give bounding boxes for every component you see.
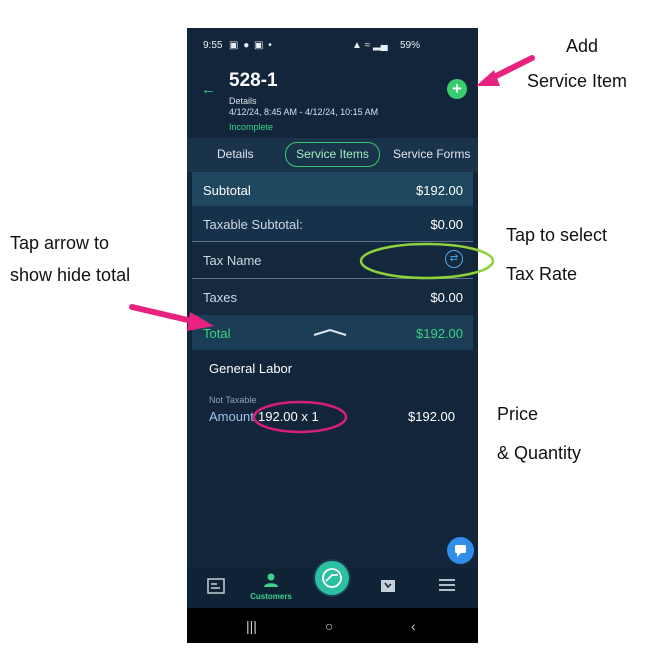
nav-customers[interactable]: Customers: [250, 573, 292, 601]
annotation-tax-rate: Tax Rate: [506, 264, 578, 284]
taxes-value: $0.00: [430, 290, 463, 305]
signal-icons: ▲ ≈ ▂▄: [352, 40, 388, 51]
system-nav-bar: ||| ○ ‹: [187, 608, 478, 643]
nav-customers-label: Customers: [250, 592, 292, 601]
annotation-price: Price: [497, 404, 539, 424]
route-button[interactable]: [315, 561, 349, 595]
annotation-add: Add: [566, 36, 599, 56]
taxable-subtotal-value: $0.00: [430, 217, 463, 232]
bottom-nav: Customers: [187, 561, 478, 608]
status-badge: Incomplete: [229, 122, 274, 132]
taxes-row: Taxes $0.00: [192, 279, 473, 315]
system-back-icon[interactable]: ‹: [411, 618, 416, 634]
subtotal-value: $192.00: [416, 183, 463, 198]
menu-icon[interactable]: [439, 578, 455, 592]
taxable-subtotal-label: Taxable Subtotal:: [203, 217, 303, 232]
route-icon: [322, 568, 342, 588]
page-title: 528-1: [229, 70, 278, 91]
annotation-tap-to-select: Tap to select: [506, 225, 608, 245]
date-range: 4/12/24, 8:45 AM - 4/12/24, 10:15 AM: [229, 107, 379, 117]
annotation-show-hide-total: show hide total: [10, 265, 131, 285]
swap-icon[interactable]: ⇄: [445, 250, 463, 268]
map-icon[interactable]: [380, 578, 396, 594]
amount-label: Amount:: [209, 409, 258, 424]
chevron-up-icon[interactable]: [312, 327, 348, 337]
notification-icons: ▣ ● ▣ •: [229, 40, 273, 51]
person-icon: [264, 573, 278, 587]
chat-button[interactable]: [447, 537, 474, 564]
taxes-label: Taxes: [203, 290, 237, 305]
annotation-service-item: Service Item: [527, 71, 628, 91]
taxable-subtotal-row: Taxable Subtotal: $0.00: [192, 206, 473, 242]
home-icon[interactable]: ○: [325, 618, 333, 634]
phone-screen: 9:55 ▣ ● ▣ • ▲ ≈ ▂▄ 59% ← 528-1 Details …: [187, 28, 478, 643]
amount-price-quantity: 192.00 x 1: [258, 409, 319, 424]
totals-summary: Subtotal $192.00 Taxable Subtotal: $0.00…: [192, 172, 473, 350]
chat-icon: [455, 545, 466, 557]
pink-arrow-add: [476, 55, 535, 86]
total-value: $192.00: [416, 326, 463, 341]
add-service-item-button[interactable]: +: [447, 79, 467, 99]
amount-total: $192.00: [408, 409, 455, 424]
service-item-name: General Labor: [209, 361, 293, 376]
tab-service-forms[interactable]: Service Forms: [393, 147, 470, 161]
subtotal-label: Subtotal: [203, 183, 251, 198]
total-label: Total: [203, 326, 231, 341]
back-arrow-icon[interactable]: ←: [201, 81, 216, 98]
annotation-tap-arrow: Tap arrow to: [10, 233, 110, 253]
status-bar: 9:55 ▣ ● ▣ • ▲ ≈ ▂▄ 59%: [187, 28, 478, 54]
recents-icon[interactable]: |||: [246, 618, 257, 634]
plus-icon: +: [452, 79, 462, 98]
tax-status: Not Taxable: [209, 395, 257, 405]
tax-name-row[interactable]: Tax Name ⇄: [192, 242, 473, 279]
header: ← 528-1 Details 4/12/24, 8:45 AM - 4/12/…: [187, 66, 478, 134]
battery-level: 59%: [400, 40, 421, 51]
service-item[interactable]: General Labor Not Taxable Amount: 192.00…: [187, 353, 478, 433]
tax-name-label: Tax Name: [203, 253, 262, 268]
tab-bar: Details Service Items Service Forms: [187, 138, 478, 172]
total-row: Total $192.00: [192, 315, 473, 350]
tab-details[interactable]: Details: [217, 147, 254, 161]
subtotal-row: Subtotal $192.00: [192, 172, 473, 206]
annotation-quantity: & Quantity: [497, 443, 582, 463]
status-time: 9:55: [203, 40, 223, 51]
tab-service-items[interactable]: Service Items: [285, 142, 380, 167]
reports-icon[interactable]: [207, 578, 225, 594]
page-subtitle: Details: [229, 96, 257, 106]
